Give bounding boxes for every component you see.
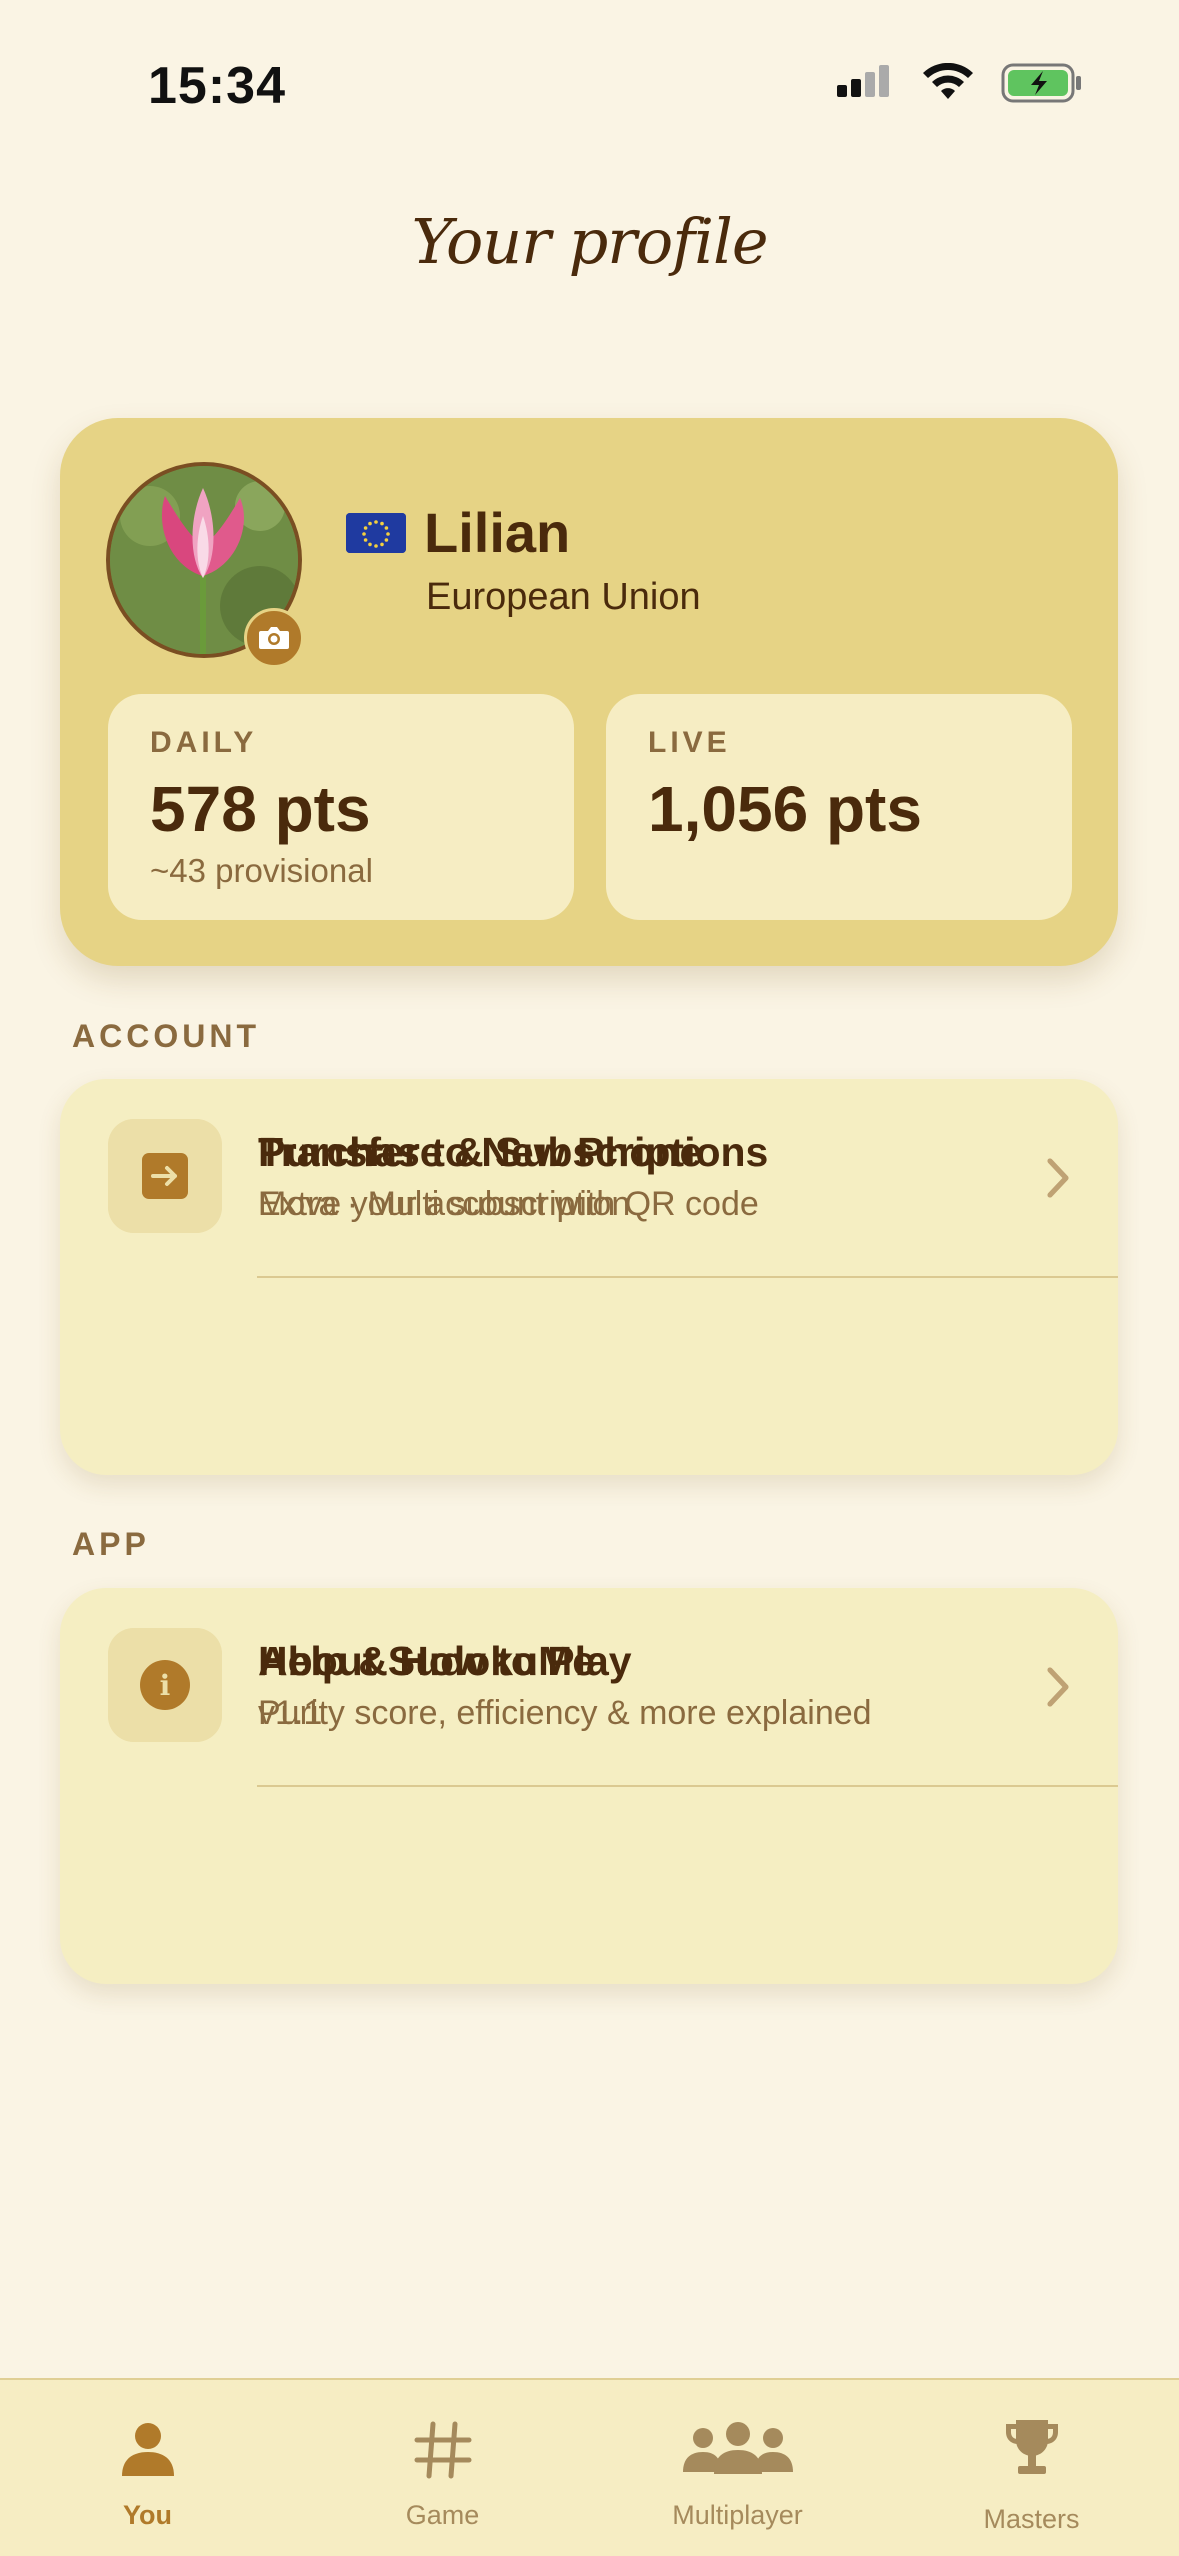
row-icon-container — [108, 1119, 222, 1233]
transfer-icon — [142, 1153, 188, 1199]
live-stat-label: LIVE — [648, 726, 731, 759]
tab-masters[interactable]: Masters — [884, 2380, 1179, 2556]
svg-text:i: i — [160, 1669, 171, 1702]
profile-country: European Union — [426, 576, 701, 618]
row-title: Transfer to New Phone — [258, 1129, 703, 1175]
row-subtitle: Move your account with QR code — [258, 1185, 759, 1223]
daily-stat-provisional: ~43 provisional — [150, 852, 373, 889]
row-title: About SudokuMe — [258, 1638, 596, 1684]
live-stat-value: 1,056 pts — [648, 773, 922, 845]
daily-stat-label: DAILY — [150, 726, 258, 759]
row-about[interactable]: i About SudokuMe v1.1 — [60, 1588, 1118, 1786]
tab-label: Game — [405, 2500, 480, 2530]
row-subtitle: v1.1 — [258, 1694, 323, 1732]
account-list: Purchase & Subscriptions Extra · Multi s… — [60, 1079, 1118, 1475]
status-time: 15:34 — [148, 57, 286, 115]
chevron-right-icon — [1047, 1667, 1069, 1707]
profile-card: Lilian European Union DAILY 578 pts ~43 … — [60, 418, 1118, 966]
tab-label: Multiplayer — [672, 2500, 803, 2530]
status-bar: 15:34 — [0, 0, 1179, 150]
group-icon — [682, 2422, 793, 2474]
page-title: Your profile — [411, 205, 768, 278]
eu-flag-icon — [346, 512, 406, 553]
daily-stat-value: 578 pts — [150, 773, 371, 845]
change-photo-button[interactable] — [244, 608, 304, 668]
tab-bar: You Game Multiplayer Masters — [0, 2378, 1179, 2556]
live-stat-card: LIVE 1,056 pts — [606, 694, 1072, 920]
chevron-right-icon — [1047, 1158, 1069, 1198]
app-list: ? Help & How to Play Purity score, effic… — [60, 1588, 1118, 1984]
tab-game[interactable]: Game — [295, 2380, 590, 2556]
section-label-app: APP — [72, 1526, 150, 1562]
trophy-icon — [1005, 2420, 1058, 2474]
grid-icon — [414, 2421, 471, 2479]
info-icon: i — [140, 1660, 190, 1710]
battery-charging-icon — [1001, 63, 1081, 103]
name-row: Lilian — [346, 500, 570, 565]
person-icon — [121, 2423, 174, 2476]
tab-label: You — [123, 2500, 172, 2530]
tab-label: Masters — [983, 2504, 1080, 2534]
profile-name: Lilian — [424, 501, 571, 564]
section-label-account: ACCOUNT — [72, 1018, 260, 1054]
wifi-icon — [923, 63, 973, 99]
daily-stat-card: DAILY 578 pts ~43 provisional — [108, 694, 574, 920]
camera-icon — [259, 627, 289, 649]
tab-multiplayer[interactable]: Multiplayer — [590, 2380, 885, 2556]
tab-you[interactable]: You — [0, 2380, 295, 2556]
status-icons — [837, 62, 1083, 104]
row-transfer-phone[interactable]: Transfer to New Phone Move your account … — [60, 1079, 1118, 1277]
cellular-signal-icon — [837, 65, 889, 97]
row-icon-container: i — [108, 1628, 222, 1742]
